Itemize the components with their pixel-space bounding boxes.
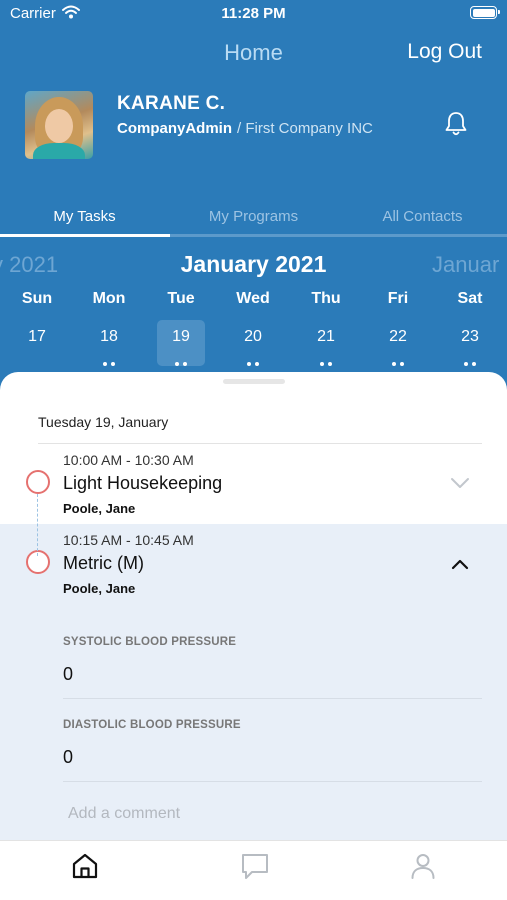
bell-icon[interactable] [443,110,469,143]
task-time: 10:00 AM - 10:30 AM [63,452,194,468]
day-name: Thu [311,290,341,307]
day-number: 21 [317,328,335,345]
day-column-sun[interactable]: Sun 17 [13,288,61,366]
day-number: 22 [389,328,407,345]
divider [38,443,482,444]
day-cell[interactable]: 17 [13,320,61,366]
avatar-face [45,109,73,143]
task-dots [229,353,277,366]
day-cell[interactable]: 22 [374,320,422,366]
day-cell[interactable]: 21 [302,320,350,366]
chat-icon[interactable] [240,851,270,886]
divider [63,698,482,699]
user-name: KARANE C. [117,93,226,114]
avatar[interactable] [25,91,93,159]
tab-all-contacts[interactable]: All Contacts [338,208,507,225]
chevron-down-icon[interactable] [449,476,471,495]
logout-button[interactable]: Log Out [407,40,482,64]
day-column-fri[interactable]: Fri 22 [374,288,422,366]
tab-underline [0,234,170,237]
day-cell[interactable]: 20 [229,320,277,366]
task-dots [302,353,350,366]
month-next[interactable]: Januar [432,252,499,278]
task-title: Light Housekeeping [63,473,223,493]
home-icon[interactable] [70,851,100,886]
comment-input[interactable]: Add a comment [68,805,180,823]
task-title: Metric (M) [63,553,144,573]
battery-icon [470,6,500,19]
profile-icon[interactable] [408,851,438,886]
task-dots [446,353,494,366]
day-column-thu[interactable]: Thu 21 [302,288,350,366]
day-cell[interactable]: 18 [85,320,133,366]
schedule-date-heading: Tuesday 19, January [38,414,169,430]
user-role: CompanyAdmin [117,120,233,137]
task-person: Poole, Jane [63,501,136,516]
metric-label-systolic: SYSTOLIC BLOOD PRESSURE [63,636,237,648]
day-number: 23 [461,328,479,345]
metric-value-systolic[interactable]: 0 [63,664,73,685]
day-column-tue[interactable]: Tue 19 [157,288,205,366]
day-number: 18 [100,328,118,345]
chevron-up-icon[interactable] [449,557,471,576]
schedule-sheet: Tuesday 19, January 10:00 AM - 10:30 AM … [0,372,507,840]
user-company: / First Company INC [237,120,373,137]
timeline-connector [37,494,38,556]
status-bar: Carrier 11:28 PM [0,0,507,28]
bottom-tab-bar [0,840,507,900]
day-number: 20 [244,328,262,345]
task-dots [157,353,205,366]
task-time: 10:15 AM - 10:45 AM [63,532,194,548]
task-status-circle[interactable] [26,550,50,574]
day-name: Mon [92,290,126,307]
task-item-expanded: 10:15 AM - 10:45 AM Metric (M) Poole, Ja… [0,524,507,840]
day-name: Sun [21,290,53,307]
task-status-circle[interactable] [26,470,50,494]
sheet-grabber[interactable] [223,379,285,384]
day-column-wed[interactable]: Wed 20 [229,288,277,366]
day-cell[interactable]: 23 [446,320,494,366]
clock: 11:28 PM [221,5,286,22]
tab-my-tasks[interactable]: My Tasks [0,208,169,225]
task-item[interactable]: 10:00 AM - 10:30 AM Light Housekeeping P… [0,446,507,524]
task-dots [13,353,61,359]
day-name: Sat [457,290,483,307]
day-name: Tue [167,290,195,307]
day-number: 17 [28,328,46,345]
tab-my-programs[interactable]: My Programs [169,208,338,225]
day-column-mon[interactable]: Mon 18 [85,288,133,366]
day-name: Wed [236,290,270,307]
metric-value-diastolic[interactable]: 0 [63,747,73,768]
header: Carrier 11:28 PM Home Log Out KARANE C. … [0,0,507,400]
month-current: January 2021 [180,251,327,277]
day-number: 19 [172,328,190,345]
tab-bar-top: My Tasks My Programs All Contacts [0,200,507,238]
day-column-sat[interactable]: Sat 23 [446,288,494,366]
task-person: Poole, Jane [63,581,136,596]
avatar-shirt [33,143,85,159]
task-dots [374,353,422,366]
task-dots [85,353,133,366]
day-cell-selected[interactable]: 19 [157,320,205,366]
divider [63,781,482,782]
day-name: Fri [387,290,409,307]
metric-label-diastolic: DIASTOLIC BLOOD PRESSURE [63,719,241,731]
